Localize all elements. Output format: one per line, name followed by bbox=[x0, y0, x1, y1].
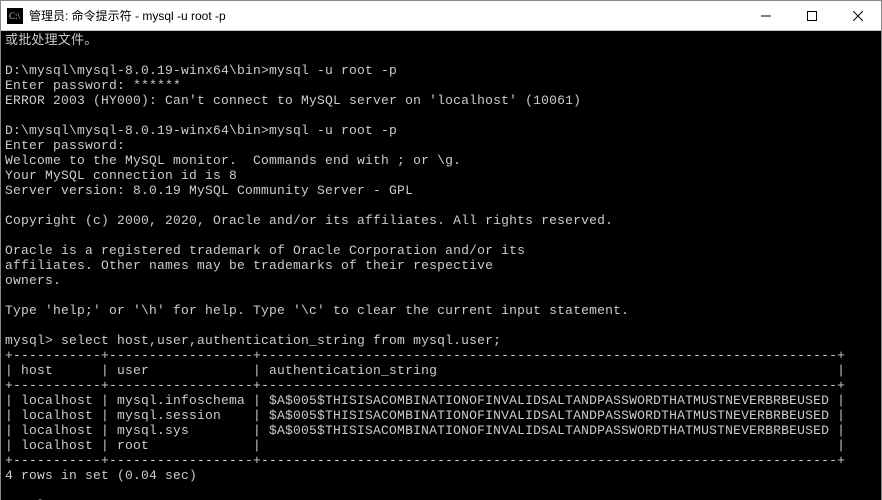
table-row: | localhost | root | | bbox=[5, 438, 845, 453]
table-row: | localhost | mysql.session | $A$005$THI… bbox=[5, 408, 845, 423]
close-button[interactable] bbox=[835, 1, 881, 30]
table-border: +-----------+------------------+--------… bbox=[5, 348, 845, 363]
output-line: Server version: 8.0.19 MySQL Community S… bbox=[5, 183, 413, 198]
svg-text:C:\: C:\ bbox=[9, 11, 21, 21]
window-title: 管理员: 命令提示符 - mysql -u root -p bbox=[29, 7, 743, 24]
output-line: Your MySQL connection id is 8 bbox=[5, 168, 237, 183]
output-line: D:\mysql\mysql-8.0.19-winx64\bin>mysql -… bbox=[5, 63, 397, 78]
output-line: 或批处理文件。 bbox=[5, 33, 97, 48]
result-summary: 4 rows in set (0.04 sec) bbox=[5, 468, 197, 483]
output-line: owners. bbox=[5, 273, 61, 288]
output-line: affiliates. Other names may be trademark… bbox=[5, 258, 493, 273]
table-row: | localhost | mysql.sys | $A$005$THISISA… bbox=[5, 423, 845, 438]
output-line: D:\mysql\mysql-8.0.19-winx64\bin>mysql -… bbox=[5, 123, 397, 138]
table-border: +-----------+------------------+--------… bbox=[5, 378, 845, 393]
minimize-button[interactable] bbox=[743, 1, 789, 30]
output-line: Enter password: bbox=[5, 138, 125, 153]
maximize-button[interactable] bbox=[789, 1, 835, 30]
table-header-row: | host | user | authentication_string | bbox=[5, 363, 845, 378]
output-line: Welcome to the MySQL monitor. Commands e… bbox=[5, 153, 461, 168]
output-line: Type 'help;' or '\h' for help. Type '\c'… bbox=[5, 303, 629, 318]
mysql-query-line: mysql> select host,user,authentication_s… bbox=[5, 333, 501, 348]
window-titlebar: C:\ 管理员: 命令提示符 - mysql -u root -p bbox=[1, 1, 881, 31]
table-border: +-----------+------------------+--------… bbox=[5, 453, 845, 468]
output-line: Enter password: ****** bbox=[5, 78, 181, 93]
terminal-output[interactable]: 或批处理文件。 D:\mysql\mysql-8.0.19-winx64\bin… bbox=[1, 31, 881, 500]
cmd-icon: C:\ bbox=[7, 8, 23, 24]
output-line: ERROR 2003 (HY000): Can't connect to MyS… bbox=[5, 93, 581, 108]
window-controls bbox=[743, 1, 881, 30]
table-row: | localhost | mysql.infoschema | $A$005$… bbox=[5, 393, 845, 408]
output-line: Copyright (c) 2000, 2020, Oracle and/or … bbox=[5, 213, 613, 228]
output-line: Oracle is a registered trademark of Orac… bbox=[5, 243, 525, 258]
